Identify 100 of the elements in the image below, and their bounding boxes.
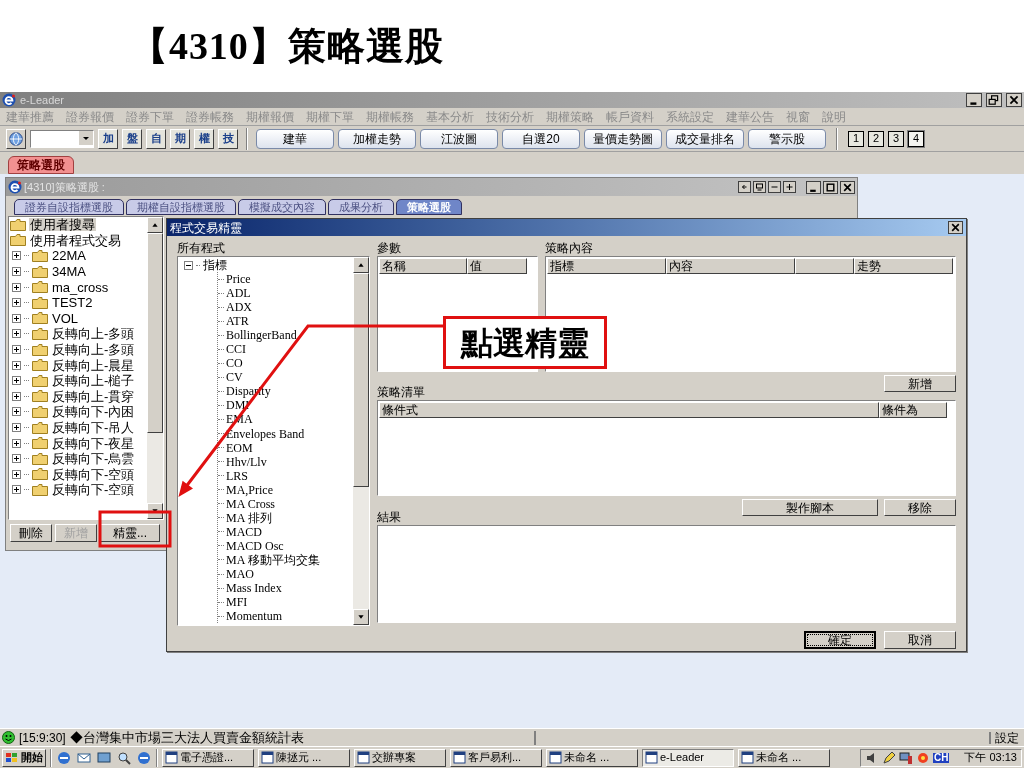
tab[interactable]: 模擬成交內容 xyxy=(238,199,326,215)
tree-item[interactable]: Momentum xyxy=(226,610,282,623)
tree-item[interactable]: Price xyxy=(226,273,251,285)
tree-item[interactable]: ma_cross xyxy=(51,280,110,294)
tree-item[interactable]: MFI xyxy=(226,596,248,609)
scrollbar-thumb[interactable] xyxy=(147,233,163,433)
column-header[interactable]: 名稱 xyxy=(379,258,467,274)
quick-button[interactable]: 盤 xyxy=(122,128,142,149)
scrollbar[interactable] xyxy=(147,217,163,519)
expand-icon[interactable] xyxy=(12,298,21,308)
preset-button[interactable]: 加權走勢 xyxy=(338,128,416,149)
tab[interactable]: 期權自設指標選股 xyxy=(126,199,236,215)
tree-item[interactable]: VOL xyxy=(51,311,79,325)
page-button[interactable]: 3 xyxy=(888,130,904,147)
tree-item[interactable]: Mass Index xyxy=(226,582,282,595)
scrollbar-thumb[interactable] xyxy=(353,273,369,487)
page-button[interactable]: 2 xyxy=(868,130,884,147)
tree-item[interactable]: Envelopes Band xyxy=(226,427,305,440)
settings-button[interactable]: 設定 xyxy=(989,731,1022,744)
column-header[interactable]: 值 xyxy=(467,258,527,274)
column-header[interactable]: 走勢 xyxy=(854,258,953,274)
quick-button[interactable]: 期 xyxy=(170,128,190,149)
tree-item[interactable]: MA 移動平均交集 xyxy=(226,553,320,566)
tree-item[interactable]: MACD Osc xyxy=(226,539,284,552)
tree-item[interactable]: 反轉向下-內困 xyxy=(51,405,136,419)
preset-button[interactable]: 建華 xyxy=(256,128,334,149)
column-header[interactable]: 條件為 xyxy=(879,402,947,418)
taskbar-button[interactable]: 未命名 ... xyxy=(738,748,830,767)
preset-button[interactable]: 自選20 xyxy=(502,128,580,149)
expand-icon[interactable] xyxy=(12,469,21,479)
pencil-icon[interactable] xyxy=(881,750,896,765)
expand-icon[interactable] xyxy=(12,423,21,432)
column-header[interactable]: 條件式 xyxy=(379,402,879,418)
tree-item[interactable]: MAO xyxy=(226,568,254,580)
globe-icon[interactable] xyxy=(6,128,26,149)
preset-button[interactable]: 成交量排名 xyxy=(666,128,744,149)
close-button[interactable] xyxy=(840,180,855,194)
column-header[interactable]: 內容 xyxy=(666,258,795,274)
expand-icon[interactable] xyxy=(12,407,21,417)
tree-item[interactable]: 反轉向上-貫穿 xyxy=(51,389,136,403)
tree-item[interactable]: CV xyxy=(226,371,243,384)
tree-item[interactable]: 反轉向下-空頭 xyxy=(51,483,136,497)
expand-icon[interactable] xyxy=(12,360,21,370)
symbol-combo-field[interactable] xyxy=(30,129,94,148)
dialog-button[interactable]: 確定 xyxy=(804,631,876,649)
tree-item[interactable]: MACD xyxy=(226,525,262,538)
tree-item[interactable]: 反轉向下-空頭 xyxy=(51,467,136,481)
tree-item[interactable]: 使用者搜尋 xyxy=(29,218,96,232)
tree-item[interactable]: EOM xyxy=(226,441,253,454)
action-button[interactable]: 移除 xyxy=(884,499,956,516)
tree-item[interactable]: 使用者程式交易 xyxy=(29,233,122,247)
add-button[interactable]: 新增 xyxy=(884,375,956,392)
collapse-icon[interactable] xyxy=(184,260,193,270)
expand-icon[interactable] xyxy=(12,485,21,495)
tree-item[interactable]: 指標 xyxy=(203,259,227,271)
document-tab[interactable]: 策略選股 xyxy=(8,156,74,174)
quick-button[interactable]: 技 xyxy=(218,128,238,149)
tree-item[interactable]: 反轉向上-多頭 xyxy=(51,327,136,341)
desktop-icon[interactable] xyxy=(96,749,112,766)
quick-button[interactable]: 權 xyxy=(194,128,214,149)
maximize-button[interactable] xyxy=(823,180,838,194)
preset-button[interactable]: 警示股 xyxy=(748,128,826,149)
panel-button[interactable]: 刪除 xyxy=(10,524,52,542)
tree-item[interactable]: 34MA xyxy=(51,265,87,279)
tree-item[interactable]: MA 排列 xyxy=(226,511,272,524)
tree-item[interactable]: ADL xyxy=(226,287,251,300)
action-button[interactable]: 製作腳本 xyxy=(742,499,878,516)
dialog-button[interactable]: 取消 xyxy=(884,631,956,649)
expand-icon[interactable] xyxy=(12,345,21,355)
tree-item[interactable]: CCI xyxy=(226,343,246,356)
column-header[interactable] xyxy=(795,258,854,274)
search-icon[interactable] xyxy=(116,749,132,766)
expand-icon[interactable] xyxy=(12,438,21,448)
expand-icon[interactable] xyxy=(12,329,21,339)
taskbar-button[interactable]: 客戶易利... xyxy=(450,748,542,767)
tree-item[interactable]: 反轉向下-夜星 xyxy=(51,436,136,450)
page-button[interactable]: 1 xyxy=(848,130,864,147)
restore-button[interactable] xyxy=(986,93,1002,107)
tree-item[interactable]: TEST2 xyxy=(51,296,94,310)
tree-item[interactable]: Hhv/Llv xyxy=(226,455,267,468)
expand-icon[interactable] xyxy=(12,251,21,261)
tree-item[interactable]: LRS xyxy=(226,469,248,482)
tab[interactable]: 證券自設指標選股 xyxy=(14,199,124,215)
taskbar-button[interactable]: 交辦專案 xyxy=(354,748,446,767)
page-button[interactable]: 4 xyxy=(908,130,924,147)
tree-item[interactable]: 22MA xyxy=(51,249,87,263)
scrollbar[interactable] xyxy=(353,257,369,625)
tree-item[interactable]: MA,Price xyxy=(226,483,273,496)
expand-icon[interactable] xyxy=(12,282,21,292)
expand-icon[interactable] xyxy=(12,313,21,323)
minus-icon[interactable] xyxy=(768,181,781,193)
expand-icon[interactable] xyxy=(12,454,21,464)
tree-item[interactable]: ATR xyxy=(226,315,249,328)
taskbar-button[interactable]: 電子憑證... xyxy=(162,748,254,767)
taskbar-button[interactable]: 陳拯元 ... xyxy=(258,748,350,767)
tree-item[interactable]: BollingerBand xyxy=(226,329,297,342)
tree-item[interactable]: 反轉向下-吊人 xyxy=(51,421,136,434)
taskbar-button[interactable]: 未命名 ... xyxy=(546,748,638,767)
expand-icon[interactable] xyxy=(12,391,21,401)
close-button[interactable] xyxy=(948,221,963,234)
